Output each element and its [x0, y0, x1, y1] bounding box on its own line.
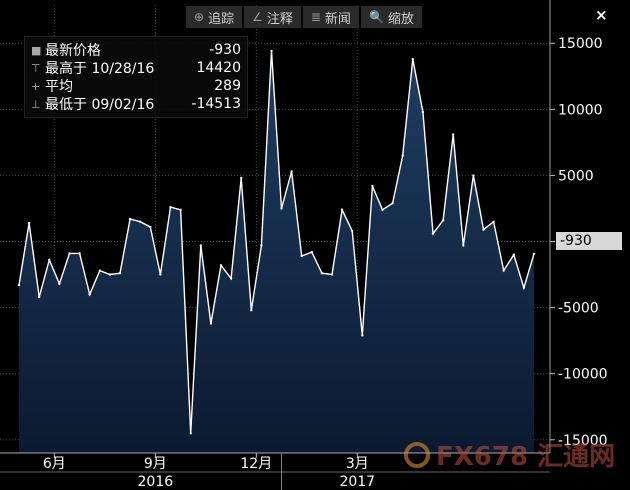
- data-point: [320, 272, 324, 275]
- average-marker-icon: +: [31, 79, 41, 93]
- data-point: [169, 205, 172, 209]
- y-tick-label: -5000: [558, 301, 599, 317]
- data-point: [159, 273, 162, 276]
- data-point: [421, 110, 425, 114]
- watermark-text: FX678 汇通网: [436, 442, 616, 472]
- data-point: [78, 252, 81, 255]
- y-tick-label: -10000: [558, 367, 608, 383]
- data-point: [229, 277, 233, 280]
- annotate-button[interactable]: ∠ 注释: [244, 6, 301, 28]
- year-label: 2017: [339, 474, 375, 490]
- data-point: [240, 176, 243, 180]
- data-point: [492, 220, 495, 223]
- legend-value-low: -14513: [191, 96, 241, 112]
- zoom-label: 缩放: [387, 11, 414, 27]
- data-point: [128, 217, 132, 221]
- series-square-icon: ■: [31, 43, 42, 57]
- legend-label-low: 最低于 09/02/16: [45, 97, 155, 113]
- legend-row-average: + 平均 289: [31, 77, 241, 95]
- data-point: [290, 170, 293, 173]
- news-icon: ≣: [310, 10, 321, 24]
- year-label: 2016: [138, 474, 174, 490]
- low-marker-icon: ⊥: [31, 97, 41, 111]
- data-point: [199, 244, 202, 247]
- data-point: [522, 286, 526, 289]
- data-point: [209, 322, 213, 325]
- track-button[interactable]: ⊕ 追踪: [186, 6, 243, 28]
- data-point: [361, 334, 364, 337]
- high-marker-icon: ⊤: [31, 61, 41, 75]
- data-point: [250, 309, 253, 312]
- data-point: [149, 225, 152, 229]
- data-point: [300, 254, 303, 258]
- data-point: [189, 432, 192, 435]
- track-label: 追踪: [208, 11, 235, 27]
- data-point: [17, 283, 21, 287]
- data-point: [219, 264, 223, 267]
- x-tick-label: 6月: [43, 456, 66, 472]
- watermark: FX678 汇通网: [404, 436, 615, 473]
- annotate-label: 注释: [266, 11, 293, 27]
- data-point: [411, 57, 414, 61]
- data-point: [441, 219, 445, 222]
- y-tick-label: 5000: [558, 168, 594, 184]
- legend-value-average: 289: [214, 78, 241, 94]
- data-point: [351, 229, 354, 233]
- x-tick-label: 3月: [346, 456, 369, 472]
- legend-label-last: 最新价格: [45, 43, 101, 59]
- data-point: [270, 49, 273, 53]
- data-point: [38, 295, 41, 299]
- close-icon[interactable]: ×: [595, 6, 608, 24]
- legend-row-low: ⊥ 最低于 09/02/16 -14513: [31, 95, 241, 113]
- news-button[interactable]: ≣ 新闻: [302, 6, 359, 28]
- watermark-logo-icon: [404, 441, 430, 468]
- data-point: [472, 174, 475, 177]
- zoom-button[interactable]: 🔍 缩放: [360, 6, 422, 28]
- chart-toolbar: ⊕ 追踪 ∠ 注释 ≣ 新闻 🔍 缩放: [186, 6, 422, 28]
- data-point: [27, 221, 31, 225]
- last-value-badge: -930: [556, 232, 622, 250]
- data-point: [58, 282, 61, 285]
- data-point: [108, 273, 112, 276]
- data-point: [371, 184, 374, 188]
- data-point: [68, 252, 71, 255]
- legend: ■ 最新价格 -930 ⊤ 最高于 10/28/16 14420 + 平均 28…: [24, 36, 248, 118]
- data-point: [98, 269, 102, 272]
- data-point: [401, 154, 404, 157]
- legend-value-last: -930: [209, 42, 241, 58]
- legend-label-high: 最高于 10/28/16: [45, 61, 155, 77]
- legend-row-last: ■ 最新价格 -930: [31, 41, 241, 59]
- data-point: [310, 250, 313, 254]
- news-label: 新闻: [324, 11, 351, 27]
- data-point: [139, 220, 142, 223]
- data-point: [381, 208, 384, 211]
- data-point: [280, 207, 283, 210]
- data-point: [48, 258, 51, 262]
- legend-row-high: ⊤ 最高于 10/28/16 14420: [31, 59, 241, 77]
- data-point: [391, 202, 394, 205]
- data-point: [482, 228, 485, 231]
- data-point: [512, 253, 515, 256]
- data-point: [88, 293, 91, 296]
- x-tick-label: 9月: [144, 456, 167, 472]
- data-point: [260, 244, 263, 247]
- annotate-icon: ∠: [252, 10, 263, 24]
- data-point: [179, 208, 182, 211]
- data-point: [118, 272, 122, 275]
- data-point: [532, 252, 536, 255]
- data-point: [431, 232, 435, 235]
- data-point: [502, 269, 505, 272]
- data-point: [340, 208, 344, 211]
- y-tick-label: 10000: [558, 102, 603, 118]
- x-tick-label: 12月: [240, 456, 272, 472]
- y-tick-label: 15000: [558, 36, 603, 52]
- crosshair-icon: ⊕: [194, 10, 205, 24]
- legend-value-high: 14420: [196, 60, 241, 76]
- legend-label-average: 平均: [45, 79, 73, 95]
- data-point: [330, 273, 334, 276]
- chart-frame: 150001000050000-5000-10000-150006月9月12月3…: [0, 0, 630, 490]
- zoom-icon: 🔍: [368, 10, 384, 24]
- data-point: [462, 244, 465, 247]
- data-point: [452, 133, 455, 136]
